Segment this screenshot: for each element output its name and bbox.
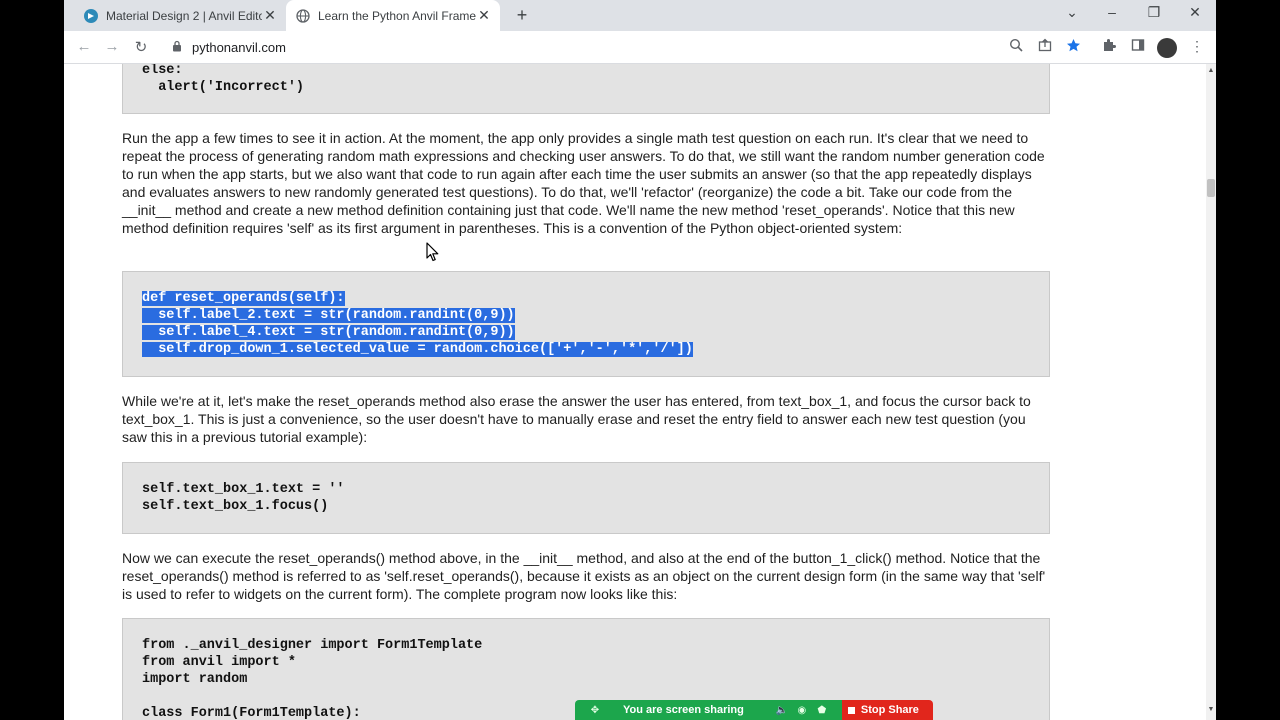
tab-learn-python-anvil[interactable]: Learn the Python Anvil Framewo ✕ [286, 0, 500, 31]
paragraph: Run the app a few times to see it in act… [122, 130, 1045, 236]
page-content: else: alert('Incorrect') Run the app a f… [64, 64, 1206, 720]
browser-window: Material Design 2 | Anvil Editor ✕ Learn… [64, 0, 1216, 720]
tab-title: Learn the Python Anvil Framewo [318, 8, 476, 23]
code-block-reset-operands: def reset_operands(self): self.label_2.t… [122, 271, 1050, 377]
more-menu-icon[interactable]: ⋮ [1188, 38, 1206, 55]
close-window-icon[interactable]: ✕ [1185, 4, 1205, 21]
anvil-logo-icon [84, 8, 98, 23]
avatar[interactable] [1157, 38, 1177, 58]
code-line: from anvil import * [142, 655, 296, 670]
vertical-scrollbar[interactable]: ▲ ▼ [1206, 64, 1216, 720]
stop-share-button[interactable]: Stop Share [841, 700, 933, 720]
tab-title: Material Design 2 | Anvil Editor [106, 8, 262, 23]
share-icon[interactable] [1036, 38, 1054, 55]
globe-icon [296, 8, 310, 23]
bookmark-star-icon[interactable] [1064, 38, 1082, 56]
drag-handle-icon[interactable]: ✥ [589, 705, 601, 716]
side-panel-icon[interactable] [1129, 38, 1147, 55]
mouse-cursor-icon [426, 242, 440, 267]
browser-toolbar: ← → ↻ pythonanvil.com ⋮ [64, 31, 1216, 64]
code-line: import random [142, 672, 248, 687]
selected-code-line[interactable]: def reset_operands(self): [142, 291, 345, 306]
restore-icon[interactable]: ❐ [1144, 4, 1164, 21]
code-line: else: [142, 64, 183, 78]
sharing-status: ✥ You are screen sharing 🔈 ◉ ⬟ [575, 700, 842, 720]
stop-share-label: Stop Share [860, 704, 919, 716]
scrollbar-thumb[interactable] [1207, 179, 1215, 197]
url-text: pythonanvil.com [192, 39, 286, 55]
screen-share-bar: ✥ You are screen sharing 🔈 ◉ ⬟ Stop Shar… [575, 700, 933, 720]
scroll-up-arrow-icon[interactable]: ▲ [1206, 67, 1216, 74]
address-bar[interactable]: pythonanvil.com [164, 33, 1064, 61]
code-line: alert('Incorrect') [142, 80, 305, 95]
tab-anvil-editor[interactable]: Material Design 2 | Anvil Editor ✕ [74, 0, 286, 31]
forward-arrow-icon[interactable]: → [103, 38, 121, 55]
code-block-text-box: self.text_box_1.text = '' self.text_box_… [122, 462, 1050, 534]
stop-square-icon [847, 706, 855, 714]
reload-icon[interactable]: ↻ [132, 38, 150, 56]
code-block-else: else: alert('Incorrect') [122, 64, 1050, 114]
code-line: from ._anvil_designer import Form1Templa… [142, 638, 483, 653]
audio-icon[interactable]: 🔈 [776, 705, 788, 716]
selected-code-line[interactable]: self.label_2.text = str(random.randint(0… [142, 308, 515, 323]
code-line: self.text_box_1.focus() [142, 499, 329, 514]
sharing-status-text: You are screen sharing [623, 704, 744, 716]
back-arrow-icon[interactable]: ← [75, 38, 93, 55]
minimize-icon[interactable]: – [1102, 4, 1122, 20]
selected-code-line[interactable]: self.drop_down_1.selected_value = random… [142, 342, 693, 357]
selected-code-line[interactable]: self.label_4.text = str(random.randint(0… [142, 325, 515, 340]
paragraph: While we're at it, let's make the reset_… [122, 393, 1031, 445]
extensions-icon[interactable] [1100, 38, 1118, 55]
zoom-icon[interactable] [1007, 38, 1025, 55]
close-tab-icon[interactable]: ✕ [476, 7, 492, 24]
new-tab-button[interactable]: + [512, 5, 532, 26]
lock-icon [172, 40, 184, 55]
code-line: class Form1(Form1Template): [142, 706, 361, 720]
paragraph: Now we can execute the reset_operands() … [122, 550, 1046, 602]
scroll-down-arrow-icon[interactable]: ▼ [1206, 706, 1216, 713]
tab-strip: Material Design 2 | Anvil Editor ✕ Learn… [64, 0, 1216, 31]
pause-icon[interactable]: ◉ [796, 705, 808, 716]
shield-icon[interactable]: ⬟ [816, 705, 828, 716]
tab-search-chevron-icon[interactable]: ⌄ [1062, 4, 1082, 21]
code-line: self.text_box_1.text = '' [142, 482, 345, 497]
close-tab-icon[interactable]: ✕ [262, 7, 278, 24]
